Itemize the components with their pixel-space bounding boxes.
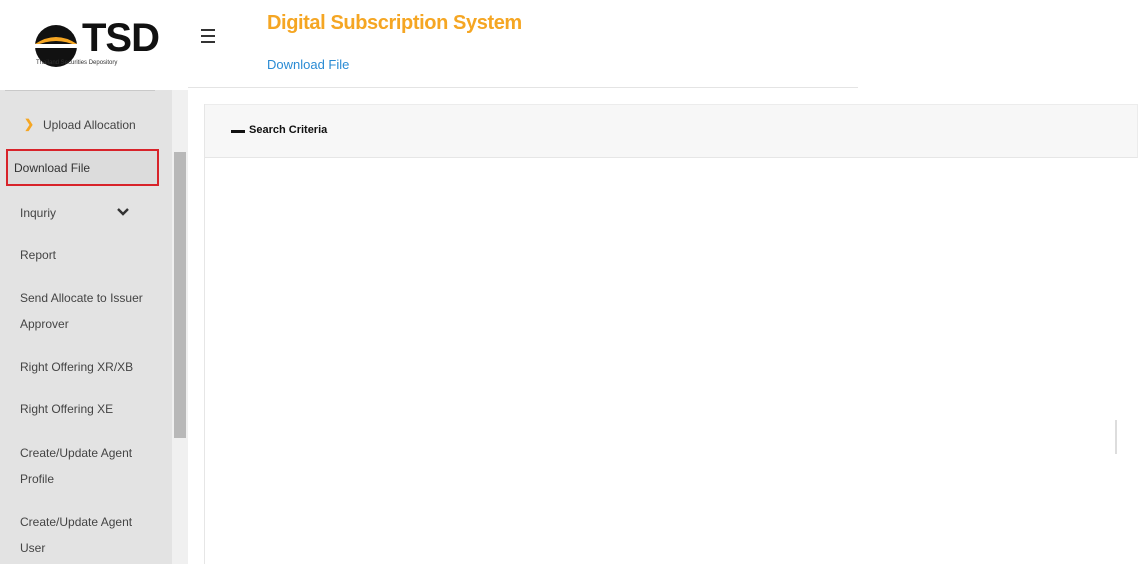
sidebar-item-inquiry[interactable]: Inquriy [0, 205, 172, 223]
sidebar-item-download-file[interactable]: Download File [0, 160, 172, 178]
chevron-down-icon[interactable] [117, 207, 129, 217]
app-title: Digital Subscription System [267, 12, 522, 34]
breadcrumb[interactable]: Download File [267, 57, 349, 72]
sidebar-item-label: Send Allocate to Issuer [20, 291, 143, 305]
sidebar: ❯ Upload Allocation Download File Inquri… [0, 90, 188, 564]
sidebar-item-label-line2: Approver [20, 317, 69, 331]
sidebar-divider [5, 90, 155, 91]
content-scrollbar[interactable] [1115, 420, 1117, 454]
menu-toggle-icon[interactable] [201, 29, 217, 43]
sidebar-item-right-offering-xe[interactable]: Right Offering XE [0, 401, 172, 419]
logo-subtext: Thailand Securities Depository [36, 60, 118, 66]
minus-icon[interactable] [231, 130, 245, 133]
sidebar-item-label: Upload Allocation [43, 118, 136, 132]
logo-text: TSD [82, 16, 160, 60]
sidebar-item-label: Download File [14, 161, 91, 175]
sidebar-item-label: Inquriy [20, 206, 57, 220]
search-criteria-panel: Search Criteria [204, 104, 1148, 564]
sidebar-scrollbar-thumb[interactable] [174, 152, 186, 438]
sidebar-item-label: Right Offering XE [20, 402, 114, 416]
sidebar-item-agent-profile[interactable]: Create/Update Agent Profile [0, 445, 172, 490]
sidebar-menu: ❯ Upload Allocation Download File Inquri… [0, 90, 172, 564]
tsd-logo[interactable]: TSD Thailand Securities Depository [30, 14, 175, 74]
sidebar-item-upload-allocation[interactable]: ❯ Upload Allocation [0, 117, 172, 135]
header: TSD Thailand Securities Depository Digit… [0, 0, 1148, 88]
sidebar-item-label: Create/Update Agent [20, 515, 133, 529]
sidebar-item-right-offering-xr-xb[interactable]: Right Offering XR/XB [0, 359, 172, 377]
chevron-right-icon: ❯ [24, 117, 35, 131]
panel-header[interactable]: Search Criteria [205, 104, 1138, 158]
sidebar-item-label: Report [20, 248, 57, 262]
sidebar-item-report[interactable]: Report [0, 247, 172, 265]
sidebar-item-label-line2: Profile [20, 472, 55, 486]
header-divider [188, 87, 858, 88]
sidebar-item-label: Right Offering XR/XB [20, 360, 134, 374]
sidebar-item-agent-user[interactable]: Create/Update Agent User [0, 514, 172, 559]
sidebar-item-send-allocate[interactable]: Send Allocate to Issuer Approver [0, 290, 172, 335]
sidebar-item-label-line2: User [20, 541, 46, 555]
sidebar-item-label: Create/Update Agent [20, 446, 133, 460]
panel-title: Search Criteria [249, 124, 328, 136]
